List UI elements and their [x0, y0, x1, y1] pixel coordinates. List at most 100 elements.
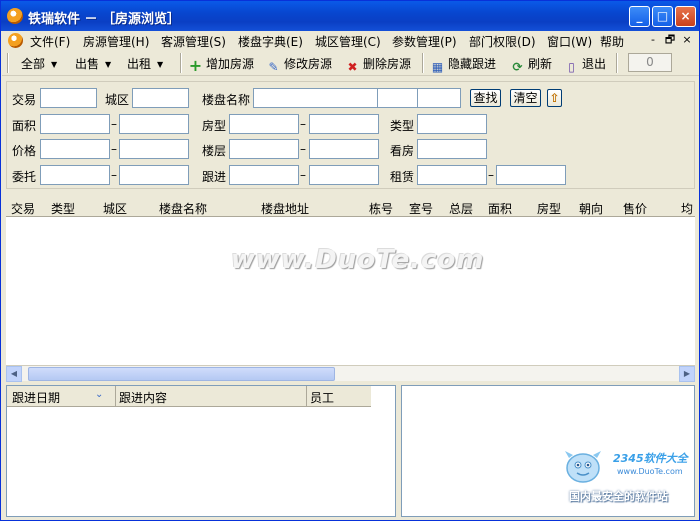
estate-name-input-2[interactable]: [377, 88, 418, 108]
sort-chevron-down-icon[interactable]: ⌄: [95, 389, 103, 400]
menu-file[interactable]: 文件(F): [30, 33, 70, 50]
search-button[interactable]: 查找: [470, 89, 501, 107]
scroll-right-icon[interactable]: ▶: [679, 366, 695, 382]
entrust-label: 委托: [12, 170, 37, 184]
hide-followup-button[interactable]: ▦ 隐藏跟进: [430, 55, 496, 75]
house-type-max-input[interactable]: [309, 114, 379, 134]
close-button[interactable]: ×: [675, 6, 696, 27]
follow-up-min-input[interactable]: [229, 165, 299, 185]
lease-label: 租赁: [390, 170, 415, 184]
estate-name-input-3[interactable]: [417, 88, 461, 108]
rent-dropdown[interactable]: 出租 ▼: [127, 55, 163, 72]
area-dash: –: [111, 117, 117, 131]
menu-department-permissions[interactable]: 部门权限(D): [469, 33, 536, 50]
column-header-district[interactable]: 城区: [103, 200, 127, 217]
house-type-min-input[interactable]: [229, 114, 299, 134]
menu-district-management[interactable]: 城区管理(C): [315, 33, 381, 50]
column-header-total-floors[interactable]: 总层: [449, 200, 473, 217]
column-header-type[interactable]: 类型: [51, 200, 75, 217]
edit-house-label: 修改房源: [284, 57, 333, 71]
scroll-thumb[interactable]: [28, 367, 335, 381]
filter-panel: 交易 城区 楼盘名称 查找 清空 ⇧ 面积 – 房型 – 类型 价格 – 楼层 …: [6, 81, 695, 189]
all-dropdown[interactable]: 全部 ▼: [21, 55, 57, 72]
menu-window[interactable]: 窗口(W): [547, 33, 592, 50]
dropdown-caret-icon: ▼: [105, 60, 112, 69]
area-min-input[interactable]: [40, 114, 110, 134]
floor-dash: –: [300, 142, 306, 156]
follow-up-max-input[interactable]: [309, 165, 379, 185]
column-header-price[interactable]: 售价: [623, 200, 647, 217]
viewing-input[interactable]: [417, 139, 487, 159]
exit-label: 退出: [582, 57, 607, 71]
price-min-input[interactable]: [40, 139, 110, 159]
sale-label: 出售: [75, 57, 100, 71]
edit-house-button[interactable]: ✎ 修改房源: [266, 55, 332, 75]
app-logo-icon: [7, 8, 23, 24]
viewing-label: 看房: [390, 144, 415, 158]
trade-input[interactable]: [40, 88, 97, 108]
column-divider: [306, 386, 307, 407]
mdi-child-icon[interactable]: [8, 33, 23, 48]
menu-client-management[interactable]: 客源管理(S): [161, 33, 226, 50]
district-label: 城区: [105, 93, 130, 107]
horizontal-scrollbar[interactable]: ◀ ▶: [6, 365, 695, 382]
house-grid-body[interactable]: [6, 217, 695, 365]
menu-house-management[interactable]: 房源管理(H): [83, 33, 149, 50]
type-label: 类型: [390, 119, 415, 133]
menu-help[interactable]: 帮助: [600, 33, 624, 50]
lease-max-input[interactable]: [496, 165, 566, 185]
entrust-min-input[interactable]: [40, 165, 110, 185]
column-header-average[interactable]: 均: [681, 200, 693, 217]
price-dash: –: [111, 142, 117, 156]
brand-site-text: www.DuoTe.com: [617, 467, 683, 476]
title-bar[interactable]: 铁瑞软件 － ［房源浏览］ _ □ ×: [1, 1, 699, 31]
area-label: 面积: [12, 119, 37, 133]
column-header-orientation[interactable]: 朝向: [579, 200, 603, 217]
minimize-button[interactable]: _: [629, 6, 650, 27]
all-label: 全部: [21, 57, 46, 71]
column-header-follow-content[interactable]: 跟进内容: [119, 389, 167, 406]
toolbar-separator: [422, 53, 424, 73]
column-header-area[interactable]: 面积: [488, 200, 512, 217]
brand-logo-text: 2345软件大全: [613, 452, 688, 465]
refresh-button[interactable]: ⟳ 刷新: [510, 55, 552, 75]
mdi-close-button[interactable]: ×: [680, 33, 694, 47]
sale-dropdown[interactable]: 出售 ▼: [75, 55, 111, 72]
column-header-house-type[interactable]: 房型: [537, 200, 561, 217]
menu-estate-dictionary[interactable]: 楼盘字典(E): [238, 33, 303, 50]
scroll-left-icon[interactable]: ◀: [6, 366, 22, 382]
follow-up-grid[interactable]: 跟进日期 ⌄ 跟进内容 员工: [6, 385, 396, 517]
maximize-button[interactable]: □: [652, 6, 673, 27]
mascot-logo-icon: [565, 451, 601, 483]
clear-button[interactable]: 清空: [510, 89, 541, 107]
floor-max-input[interactable]: [309, 139, 379, 159]
mdi-minimize-button[interactable]: -: [646, 33, 660, 47]
delete-house-button[interactable]: ✖ 删除房源: [345, 55, 411, 75]
estate-name-label: 楼盘名称: [202, 93, 251, 107]
column-header-room-no[interactable]: 室号: [409, 200, 433, 217]
exit-button[interactable]: ▯ 退出: [564, 55, 606, 75]
column-header-estate-address[interactable]: 楼盘地址: [261, 200, 309, 217]
column-header-building-no[interactable]: 栋号: [369, 200, 393, 217]
add-house-button[interactable]: + 增加房源: [188, 55, 254, 74]
refresh-label: 刷新: [528, 57, 553, 71]
column-header-trade[interactable]: 交易: [11, 200, 35, 217]
toolbar-grip: [7, 53, 9, 73]
entrust-max-input[interactable]: [119, 165, 189, 185]
district-input[interactable]: [132, 88, 189, 108]
price-max-input[interactable]: [119, 139, 189, 159]
estate-name-input-1[interactable]: [253, 88, 378, 108]
area-max-input[interactable]: [119, 114, 189, 134]
grid-icon: ▦: [431, 60, 444, 74]
column-header-estate-name[interactable]: 楼盘名称: [159, 200, 207, 217]
menu-parameter-management[interactable]: 参数管理(P): [392, 33, 457, 50]
type-input[interactable]: [417, 114, 487, 134]
column-header-staff[interactable]: 员工: [310, 389, 334, 406]
collapse-up-icon[interactable]: ⇧: [547, 89, 562, 107]
delete-x-icon: ✖: [347, 60, 358, 74]
lease-min-input[interactable]: [417, 165, 487, 185]
mdi-restore-button[interactable]: 🗗: [663, 33, 677, 47]
floor-min-input[interactable]: [229, 139, 299, 159]
hide-followup-label: 隐藏跟进: [448, 57, 497, 71]
column-header-follow-date[interactable]: 跟进日期: [12, 389, 60, 406]
